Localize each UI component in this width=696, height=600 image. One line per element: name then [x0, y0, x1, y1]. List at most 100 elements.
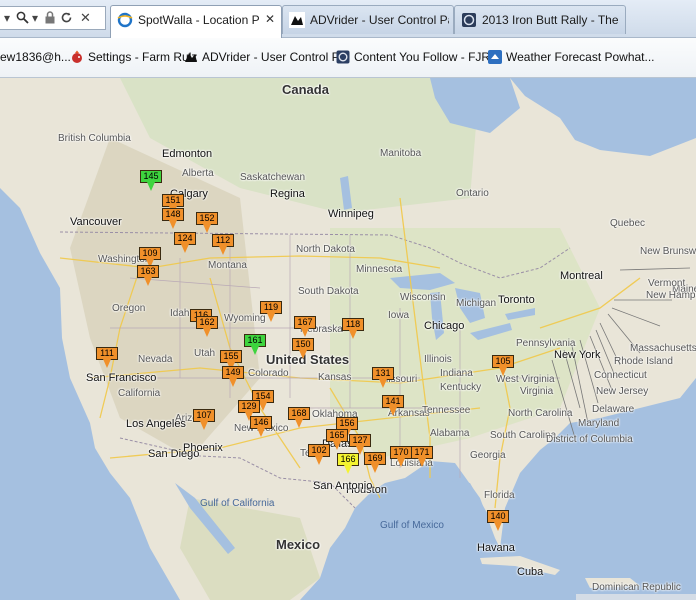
tab-label: 2013 Iron Butt Rally - The Insid... [482, 13, 621, 27]
water-label-gulf-of-california: Gulf of California [200, 498, 275, 509]
map-marker[interactable]: 166 [337, 453, 359, 475]
map-marker[interactable]: 170 [390, 446, 412, 468]
map-marker[interactable]: 102 [308, 444, 330, 466]
city-label: Regina [270, 188, 305, 200]
dropdown-arrow-icon[interactable]: ▾ [4, 11, 10, 25]
tab-label: ADVrider - User Control Panel [310, 13, 449, 27]
ne-state-label: Delaware [592, 404, 635, 415]
map-marker[interactable]: 163 [137, 265, 159, 287]
region-label: Michigan [456, 298, 497, 309]
city-label: Chicago [424, 320, 465, 332]
map-marker[interactable]: 131 [372, 367, 394, 389]
map-marker[interactable]: 169 [364, 452, 386, 474]
region-label: Manitoba [380, 148, 422, 159]
country-label-canada: Canada [282, 82, 329, 97]
region-label: Oregon [112, 303, 146, 314]
map-marker[interactable]: 150 [292, 338, 314, 360]
favorite-item-farm-rulz[interactable]: Settings - Farm Rulz [70, 50, 197, 68]
favorite-label: Content You Follow - FJR... [354, 50, 501, 64]
close-tab-icon[interactable]: ✕ [265, 12, 275, 26]
map-marker[interactable]: 171 [411, 446, 433, 468]
region-label: Ontario [456, 188, 489, 199]
region-label: California [118, 388, 161, 399]
map-marker[interactable]: 148 [162, 208, 184, 230]
favorite-item-advrider[interactable]: ADVrider - User Control P... [184, 50, 348, 68]
city-label: Phoenix [183, 442, 223, 454]
map-marker[interactable]: 149 [222, 366, 244, 388]
region-label: Colorado [248, 368, 289, 379]
region-label: North Carolina [508, 408, 573, 419]
city-label: New York [554, 349, 601, 361]
address-bar-controls: ▾ ▾ ✕ [0, 6, 106, 30]
ne-state-label: Connecticut [594, 370, 647, 381]
city-label: Los Angeles [126, 418, 186, 430]
map-marker[interactable]: 168 [288, 407, 310, 429]
map-marker[interactable]: 119 [260, 301, 282, 323]
map-attribution-strip [576, 594, 696, 600]
region-label: Florida [484, 490, 515, 501]
tab-strip: ▾ ▾ ✕ SpotWalla - Location Page ... ✕ AD… [0, 0, 696, 38]
advrider-icon [184, 50, 198, 64]
map-marker[interactable]: 162 [196, 316, 218, 338]
search-icon[interactable] [16, 11, 29, 27]
tab-advrider[interactable]: ADVrider - User Control Panel [282, 5, 454, 34]
region-label: Alberta [182, 168, 214, 179]
region-label: Quebec [610, 218, 646, 229]
ironbutt-icon [461, 12, 477, 28]
map-marker[interactable]: 141 [382, 395, 404, 417]
country-label-dominican-republic: Dominican Republic [592, 582, 681, 593]
city-label: Winnipeg [328, 208, 374, 220]
city-label: Havana [477, 542, 515, 554]
favorites-bar: ew1836@h... Settings - Farm Rulz ADVride… [0, 38, 696, 78]
map-marker[interactable]: 124 [174, 232, 196, 254]
city-label: Edmonton [162, 148, 213, 160]
map-marker[interactable]: 107 [193, 409, 215, 431]
region-label: Kentucky [440, 382, 482, 393]
region-label: Illinois [424, 354, 452, 365]
map-marker[interactable]: 105 [492, 355, 514, 377]
region-label: Indiana [440, 368, 473, 379]
city-label: San Francisco [86, 372, 157, 384]
city-label: Montreal [560, 270, 603, 282]
favorite-label: ew1836@h... [0, 50, 71, 64]
map-marker[interactable]: 111 [96, 347, 118, 369]
city-label: Toronto [498, 294, 535, 306]
ne-state-label: Massachusetts [630, 343, 696, 354]
map-marker[interactable]: 140 [487, 510, 509, 532]
region-label: Tennessee [422, 405, 471, 416]
map-marker[interactable]: 118 [342, 318, 364, 340]
map-marker[interactable]: 146 [250, 416, 272, 438]
refresh-icon[interactable] [60, 11, 73, 27]
region-label: Utah [194, 348, 216, 359]
region-label: Montana [208, 260, 247, 271]
map-marker[interactable]: 145 [140, 170, 162, 192]
map-marker[interactable]: 167 [294, 316, 316, 338]
stop-icon[interactable]: ✕ [80, 11, 91, 25]
favorite-label: Settings - Farm Rulz [88, 50, 198, 64]
ne-state-label: District of Columbia [546, 434, 633, 445]
ie-page-icon [117, 12, 133, 28]
dropdown-arrow-icon[interactable]: ▾ [32, 11, 38, 25]
map-marker[interactable]: 112 [212, 234, 234, 256]
ne-state-label: New Jersey [596, 386, 649, 397]
region-label: Minnesota [356, 264, 403, 275]
map-marker[interactable]: 161 [244, 334, 266, 356]
region-label: Georgia [470, 450, 506, 461]
favorite-item-email[interactable]: ew1836@h... [0, 50, 71, 68]
tab-spotwalla[interactable]: SpotWalla - Location Page ... ✕ [110, 5, 282, 38]
advrider-icon [289, 12, 305, 28]
map-view[interactable]: Canada United States Mexico British Colu… [0, 78, 696, 600]
region-label: Virginia [520, 386, 554, 397]
map-marker[interactable]: 152 [196, 212, 218, 234]
lock-icon[interactable] [44, 11, 56, 27]
ne-state-label: New Hampshire [646, 290, 696, 301]
city-label: Vancouver [70, 216, 122, 228]
region-label: Kansas [318, 372, 352, 383]
ne-state-label: Vermont [648, 278, 686, 289]
region-label: Pennsylvania [516, 338, 576, 349]
country-label-cuba: Cuba [517, 566, 544, 578]
tab-ironbutt[interactable]: 2013 Iron Butt Rally - The Insid... [454, 5, 626, 34]
favorite-item-weather[interactable]: Weather Forecast Powhat... [488, 50, 655, 68]
favorite-item-fjr[interactable]: Content You Follow - FJR... [336, 50, 500, 68]
region-label: British Columbia [58, 133, 131, 144]
